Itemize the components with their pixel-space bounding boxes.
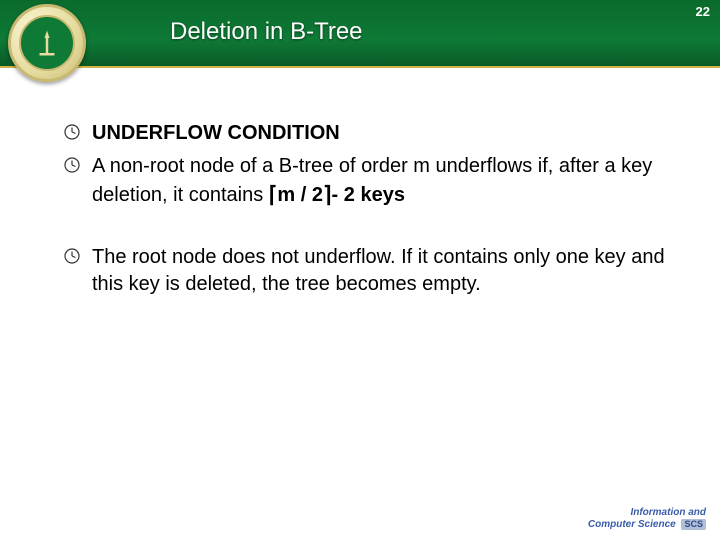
bullet-text: A non-root node of a B-tree of order m u… (92, 155, 652, 206)
bullet-text-heading: UNDERFLOW CONDITION (92, 122, 340, 144)
footer-line1: Information and (630, 507, 706, 518)
bullet-text-post: - 2 keys (332, 184, 405, 206)
slide-content: UNDERFLOW CONDITION A non-root node of a… (64, 120, 680, 304)
university-seal-icon (8, 4, 86, 82)
footer-line2: Computer Science (588, 519, 676, 530)
slide-title: Deletion in B-Tree (170, 18, 363, 46)
clock-icon (64, 124, 80, 140)
ceiling-right-icon: ⌉ (323, 182, 332, 207)
slide-header: Deletion in B-Tree 22 (0, 0, 720, 68)
bullet-item: UNDERFLOW CONDITION (64, 120, 680, 147)
bullet-item: A non-root node of a B-tree of order m u… (64, 153, 680, 210)
bullet-text: The root node does not underflow. If it … (92, 246, 665, 295)
seal-inner (19, 15, 75, 71)
slide: Deletion in B-Tree 22 UNDERFLOW CONDITIO… (0, 0, 720, 540)
clock-icon (64, 157, 80, 173)
bullet-expr: m / 2 (277, 184, 323, 206)
footer-badge: SCS (681, 519, 706, 530)
clock-icon (64, 248, 80, 264)
footer-dept-logo: Information and Computer Science SCS (588, 508, 706, 530)
page-number: 22 (696, 4, 710, 19)
tower-icon (32, 28, 62, 58)
bullet-item: The root node does not underflow. If it … (64, 244, 680, 298)
